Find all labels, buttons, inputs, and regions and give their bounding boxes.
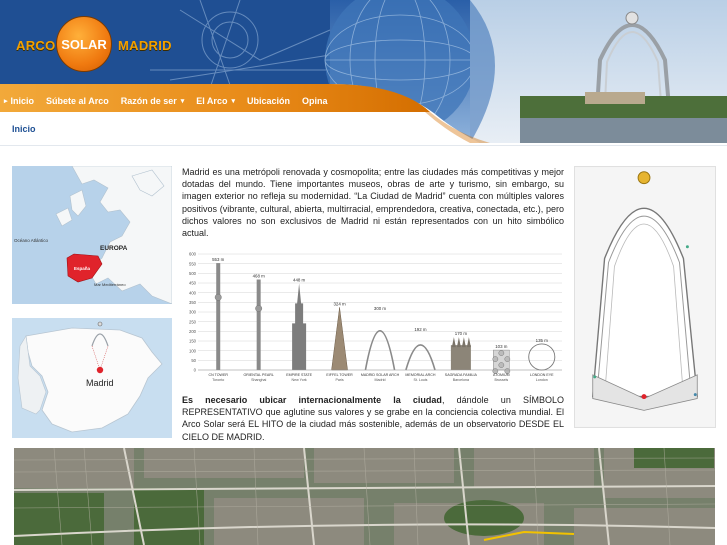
chevron-down-icon: ▾ bbox=[231, 98, 235, 105]
chart-mark bbox=[331, 307, 348, 371]
chart-data-label: 103 m bbox=[495, 344, 508, 349]
map-sea-label: Mar Mediterráneo bbox=[94, 282, 126, 287]
chart-mark-sphere bbox=[492, 356, 499, 362]
chart-tick-label: 350 bbox=[189, 300, 197, 305]
chevron-down-icon: ▾ bbox=[180, 98, 185, 105]
map-europe-label: EUROPA bbox=[100, 245, 128, 252]
chart-tick-label: 150 bbox=[189, 339, 197, 344]
chart-mark bbox=[405, 344, 436, 371]
nav-item-subete[interactable]: Súbete al Arco bbox=[46, 96, 109, 106]
chart-category-city: London bbox=[536, 378, 548, 382]
chart-category-city: Shanghai bbox=[251, 378, 266, 382]
chart-category-label: EMPIRE STATE bbox=[286, 373, 312, 377]
solar-arch-render-image bbox=[574, 166, 716, 428]
europe-map-image: Océano Atlántico EUROPA España Mar Medit… bbox=[12, 166, 172, 304]
map-spain-label: España bbox=[74, 266, 91, 271]
chart-data-label: 300 m bbox=[374, 306, 387, 311]
map-ocean-label: Océano Atlántico bbox=[14, 238, 49, 243]
nav-item-ubicacion[interactable]: Ubicación bbox=[247, 96, 290, 106]
chart-category-city: Brussels bbox=[494, 378, 508, 382]
nav-item-label: Opina bbox=[301, 96, 328, 106]
chart-tick-label: 200 bbox=[189, 329, 197, 334]
chart-tick-label: 400 bbox=[189, 290, 197, 295]
aerial-city-photo bbox=[14, 448, 715, 545]
chart-data-label: 468 m bbox=[253, 274, 266, 279]
tower-height-chart: 0 50 100 150 200 250 300 350 400 450 500 550 600 553 … bbox=[182, 248, 564, 388]
header-divider bbox=[0, 145, 727, 146]
nav-item-el-arco[interactable]: El Arco ▾ bbox=[196, 96, 235, 106]
chart-category-city: St. Louis bbox=[413, 378, 427, 382]
nav-item-label: El Arco bbox=[196, 96, 228, 106]
logo-word-arco: ARCO bbox=[16, 38, 56, 53]
chart-category-label: MEMORIAL ARCH bbox=[405, 373, 435, 377]
chart-tick-label: 0 bbox=[194, 368, 197, 373]
nav-item-razon[interactable]: Razón de ser ▾ bbox=[121, 96, 185, 106]
nav-item-inicio[interactable]: ▸ Inicio bbox=[4, 96, 34, 106]
chart-mark-spire bbox=[451, 337, 456, 348]
logo-word-madrid: MADRID bbox=[118, 38, 172, 53]
chart-mark bbox=[528, 343, 556, 371]
chart-category-city: New York bbox=[292, 378, 307, 382]
chart-data-label: 135 m bbox=[536, 338, 549, 343]
chart-category-city: Barcelona bbox=[453, 378, 469, 382]
chart-mark-sphere bbox=[498, 362, 505, 368]
page: ARCO SOLAR MADRID ▸ Inicio Súbete al Arc… bbox=[0, 0, 727, 545]
chart-mark-sphere bbox=[504, 356, 511, 362]
site-logo[interactable]: ARCO SOLAR MADRID bbox=[14, 16, 184, 76]
chart-mark bbox=[450, 345, 471, 370]
chart-category-city: Toronto bbox=[212, 378, 224, 382]
chart-category-label: EIFFEL TOWER bbox=[326, 373, 353, 377]
logo-word-solar: SOLAR bbox=[61, 37, 107, 52]
chart-category-label: MADRID SOLAR ARCH bbox=[361, 373, 400, 377]
chart-category-label: LONDON EYE bbox=[530, 373, 554, 377]
chart-tick-label: 450 bbox=[189, 281, 197, 286]
nav-item-label: Razón de ser bbox=[120, 96, 177, 106]
chart-mark bbox=[292, 283, 307, 370]
breadcrumb[interactable]: Inicio bbox=[12, 124, 36, 134]
nav-item-label: Ubicación bbox=[246, 96, 290, 106]
chart-category-label: SAGRADA FAMILIA bbox=[445, 373, 478, 377]
chart-mark-pod bbox=[255, 305, 263, 312]
chart-category-label: CN TOWER bbox=[209, 373, 229, 377]
chart-category-label: ORIENTAL PEARL bbox=[243, 373, 273, 377]
chart-tick-label: 550 bbox=[189, 261, 197, 266]
chart-mark-spire bbox=[466, 337, 471, 348]
intro-paragraph: Madrid es una metrópoli renovada y cosmo… bbox=[182, 167, 564, 239]
chart-data-label: 192 m bbox=[414, 327, 427, 332]
chart-data-label: 553 m bbox=[212, 257, 225, 262]
nav-item-label: Inicio bbox=[10, 96, 35, 106]
chart-mark-pod bbox=[214, 293, 222, 301]
chart-tick-label: 50 bbox=[191, 358, 196, 363]
chart-tick-label: 500 bbox=[189, 271, 197, 276]
nav-item-opina[interactable]: Opina bbox=[302, 96, 328, 106]
chart-tick-label: 300 bbox=[189, 310, 197, 315]
nav-bullet-icon: ▸ bbox=[4, 98, 8, 105]
chart-data-label: 448 m bbox=[293, 277, 306, 282]
chart-data-label: 324 m bbox=[333, 301, 346, 306]
chart-tick-label: 600 bbox=[189, 252, 197, 257]
site-header: ARCO SOLAR MADRID ▸ Inicio Súbete al Arc… bbox=[0, 0, 727, 143]
chart-mark-spire bbox=[456, 337, 461, 348]
chart-mark-sphere bbox=[498, 350, 505, 356]
closing-paragraph: Es necesario ubicar internacionalmente l… bbox=[182, 394, 564, 443]
chart-mark-spire bbox=[461, 337, 466, 348]
spain-map-image: Madrid bbox=[12, 318, 172, 438]
chart-tick-label: 100 bbox=[189, 348, 197, 353]
main-nav: ▸ Inicio Súbete al Arco Razón de ser ▾ E… bbox=[4, 90, 340, 112]
chart-tick-label: 250 bbox=[189, 319, 197, 324]
closing-paragraph-bold: Es necesario ubicar internacionalmente l… bbox=[182, 395, 442, 405]
chart-mark bbox=[256, 279, 261, 370]
chart-data-label: 170 m bbox=[455, 331, 468, 336]
nav-item-label: Súbete al Arco bbox=[46, 96, 109, 106]
chart-category-label: ATOMIUM bbox=[493, 373, 510, 377]
map-madrid-label: Madrid bbox=[86, 378, 114, 388]
chart-category-city: Paris bbox=[335, 378, 343, 382]
chart-category-city: Madrid bbox=[375, 378, 386, 382]
chart-mark bbox=[216, 263, 221, 370]
